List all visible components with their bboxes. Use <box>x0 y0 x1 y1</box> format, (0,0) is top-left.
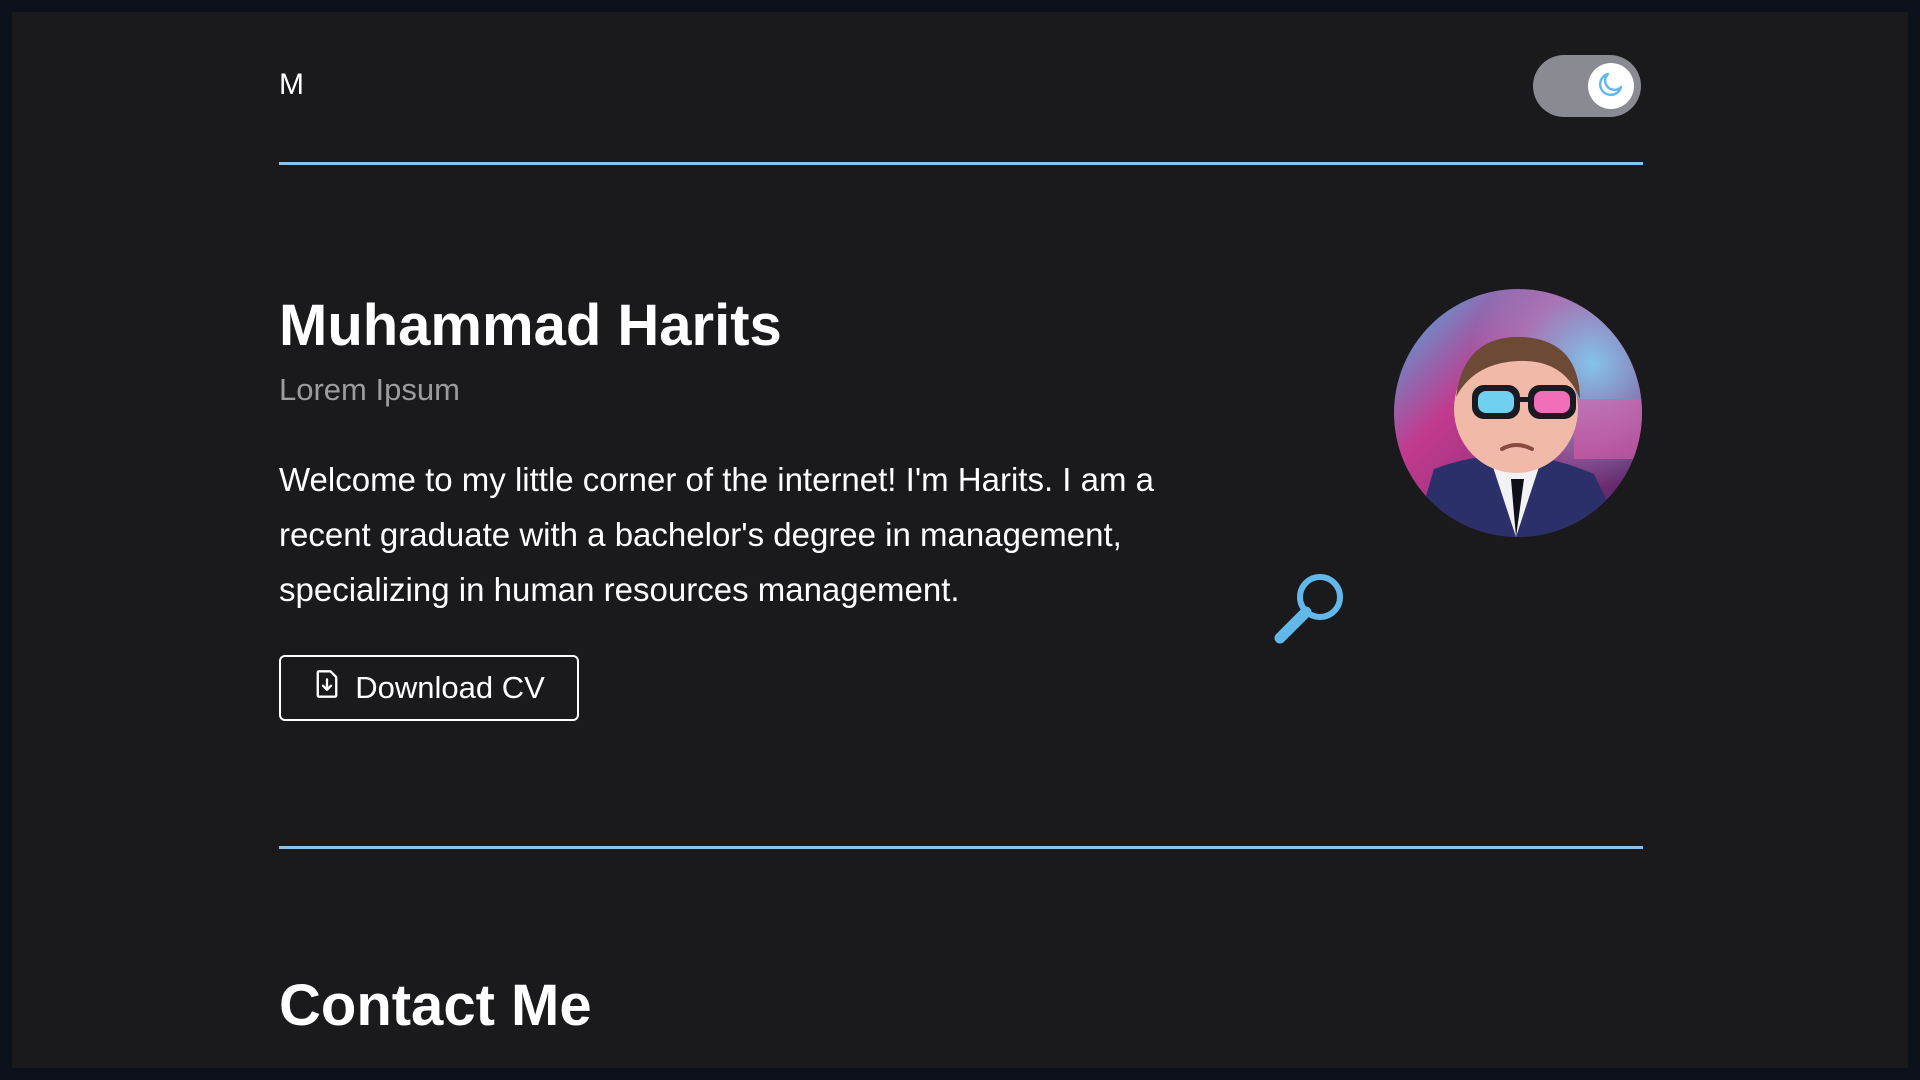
avatar <box>1394 289 1642 537</box>
contact-title: Contact Me <box>279 973 592 1038</box>
hero-bio: Welcome to my little corner of the inter… <box>279 461 1154 608</box>
file-download-icon <box>313 669 341 707</box>
download-cv-label: Download CV <box>355 670 545 705</box>
hero-name: Muhammad Harits <box>279 293 782 358</box>
theme-toggle[interactable] <box>1533 55 1641 117</box>
hero-subtitle: Lorem Ipsum <box>279 372 460 407</box>
search-cursor-icon <box>1272 567 1352 652</box>
header-divider <box>279 162 1643 165</box>
page-frame: M Muhammad Harits Lorem Ipsum Welcome to… <box>12 12 1908 1068</box>
section-divider <box>279 846 1643 849</box>
toggle-knob <box>1588 63 1634 109</box>
moon-icon <box>1596 69 1626 104</box>
site-logo[interactable]: M <box>279 68 305 102</box>
download-cv-button[interactable]: Download CV <box>279 655 579 721</box>
